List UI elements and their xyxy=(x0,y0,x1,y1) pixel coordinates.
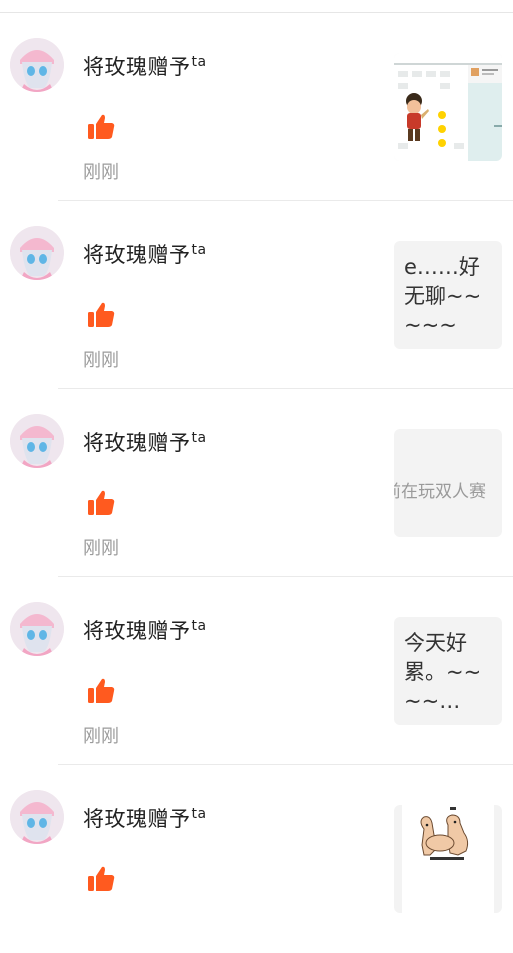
avatar[interactable] xyxy=(10,602,64,656)
username: 将玫瑰赠予ta xyxy=(83,806,207,831)
avatar[interactable] xyxy=(10,414,64,468)
game-screenshot-thumbnail[interactable] xyxy=(394,53,502,161)
username: 将玫瑰赠予ta xyxy=(83,430,207,455)
thumbs-up-icon[interactable] xyxy=(86,676,116,706)
list-item[interactable]: 将玫瑰赠予ta 刚刚 e……好无聊~~~~~ xyxy=(0,201,513,389)
timestamp: 刚刚 xyxy=(83,162,119,183)
avatar[interactable] xyxy=(10,790,64,844)
text-thumbnail[interactable]: e……好无聊~~~~~ xyxy=(394,241,502,349)
timestamp: 刚刚 xyxy=(83,350,119,371)
list-item[interactable]: 将玫瑰赠予ta 刚刚 今天好累。~~~~… xyxy=(0,577,513,765)
thumbs-up-icon[interactable] xyxy=(86,488,116,518)
list-item[interactable]: 将玫瑰赠予ta 刚刚 xyxy=(0,13,513,201)
scrolling-text-thumbnail[interactable]: 前在玩双人赛 xyxy=(394,429,502,537)
thumbnail-text: e……好无聊~~~~~ xyxy=(404,255,482,337)
username: 将玫瑰赠予ta xyxy=(83,618,207,643)
thumbnail-text: 前在玩双人赛 xyxy=(394,482,486,502)
timestamp: 刚刚 xyxy=(83,726,119,747)
thumbs-up-icon[interactable] xyxy=(86,300,116,330)
list-item[interactable]: 将玫瑰赠予ta 刚刚 前在玩双人赛 xyxy=(0,389,513,577)
thumbnail-text: 今天好累。~~~~… xyxy=(404,631,482,713)
avatar[interactable] xyxy=(10,38,64,92)
username: 将玫瑰赠予ta xyxy=(83,54,207,79)
username: 将玫瑰赠予ta xyxy=(83,242,207,267)
avatar[interactable] xyxy=(10,226,64,280)
timestamp: 刚刚 xyxy=(83,538,119,559)
text-thumbnail[interactable]: 今天好累。~~~~… xyxy=(394,617,502,725)
thumbs-up-icon[interactable] xyxy=(86,864,116,894)
list-item[interactable]: 将玫瑰赠予ta xyxy=(0,765,513,953)
thumbs-up-icon[interactable] xyxy=(86,112,116,142)
